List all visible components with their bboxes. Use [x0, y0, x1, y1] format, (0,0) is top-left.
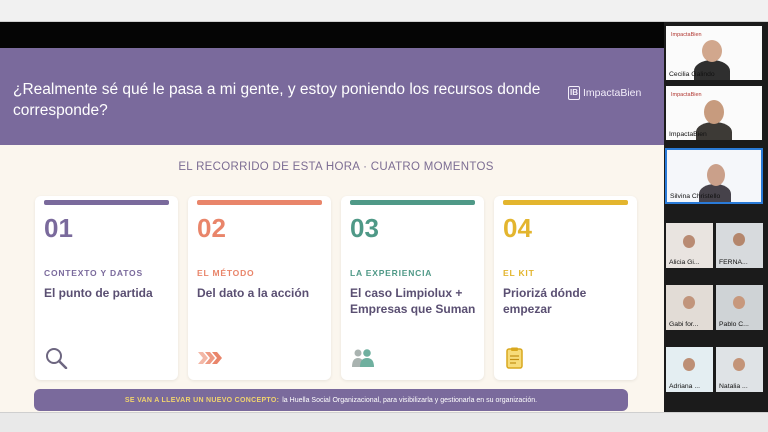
participant-tile[interactable]: Natalia ...	[716, 347, 763, 392]
slide-title: ¿Realmente sé qué le pasa a mi gente, y …	[13, 81, 541, 119]
magnifier-icon	[46, 348, 68, 369]
card-number: 01	[44, 213, 73, 243]
tile-logo: ImpactaBien	[671, 92, 702, 98]
participant-name: ImpactaBien	[669, 131, 707, 138]
card-title: Del dato a la acción	[197, 286, 310, 300]
participant-tile[interactable]: Adriana ...	[666, 347, 713, 392]
card-category: EL MÉTODO	[197, 268, 255, 278]
participant-name: Cecilia Galindo	[669, 71, 715, 78]
moment-card-3: 03 LA EXPERIENCIA El caso Limpiolux + Em…	[341, 196, 484, 380]
takeaway-banner: SE VAN A LLEVAR UN NUEVO CONCEPTO: la Hu…	[34, 389, 628, 411]
banner-highlight: SE VAN A LLEVAR UN NUEVO CONCEPTO:	[124, 396, 280, 404]
card-accent-bar	[197, 200, 322, 205]
participant-tile-speaking[interactable]: Silvina Christello	[665, 148, 763, 204]
avatar	[702, 40, 722, 62]
participant-tile[interactable]: Gabi for...	[666, 285, 713, 330]
chevrons-right-icon	[198, 352, 222, 364]
avatar	[683, 235, 695, 248]
participant-tile[interactable]: Pablo C...	[716, 285, 763, 330]
participant-tile[interactable]: ImpactaBien Cecilia Galindo	[666, 26, 762, 80]
participants-panel: ImpactaBien Cecilia Galindo ImpactaBien …	[664, 22, 768, 412]
participant-tile[interactable]: FERNA...	[716, 223, 763, 268]
participant-name: Silvina Christello	[670, 193, 721, 200]
participant-tile[interactable]: Alicia Gi...	[666, 223, 713, 268]
participant-name: Adriana ...	[669, 383, 700, 390]
brand-mark-icon: IB	[568, 86, 580, 100]
card-accent-bar	[503, 200, 628, 205]
participant-name: Alicia Gi...	[669, 259, 700, 266]
participant-tile[interactable]: ImpactaBien ImpactaBien	[666, 86, 762, 140]
avatar	[733, 296, 745, 309]
card-title: Priorizá dónde empezar	[503, 286, 587, 316]
moment-card-2: 02 EL MÉTODO Del dato a la acción	[188, 196, 331, 380]
brand-logo: IB ImpactaBien	[568, 86, 641, 100]
card-category: LA EXPERIENCIA	[350, 268, 433, 278]
participant-name: Gabi for...	[669, 321, 699, 328]
participant-name: Pablo C...	[719, 321, 749, 328]
card-category: EL KIT	[503, 268, 535, 278]
avatar	[683, 296, 695, 309]
participant-name: FERNA...	[719, 259, 748, 266]
tile-logo: ImpactaBien	[671, 32, 702, 38]
card-accent-bar	[350, 200, 475, 205]
section-heading: EL RECORRIDO DE ESTA HORA · CUATRO MOMEN…	[178, 161, 494, 173]
card-accent-bar	[44, 200, 169, 205]
share-top-bar	[0, 22, 664, 48]
avatar	[704, 100, 724, 124]
people-icon	[352, 349, 374, 367]
card-title: El punto de partida	[44, 286, 153, 300]
brand-name: ImpactaBien	[583, 87, 642, 99]
window-top-bar	[0, 0, 768, 22]
moment-card-4: 04 EL KIT Priorizá dónde empezar	[494, 196, 637, 380]
screen-share-area: ¿Realmente sé qué le pasa a mi gente, y …	[0, 22, 664, 412]
window-bottom-bar	[0, 412, 768, 432]
avatar	[683, 358, 695, 371]
avatar	[707, 164, 725, 186]
card-number: 03	[350, 213, 379, 243]
card-number: 04	[503, 213, 532, 243]
clipboard-icon	[506, 347, 523, 369]
avatar	[733, 358, 745, 371]
banner-text: la Huella Social Organizacional, para vi…	[282, 396, 538, 404]
card-number: 02	[197, 213, 226, 243]
avatar	[733, 233, 745, 246]
slide-header: ¿Realmente sé qué le pasa a mi gente, y …	[0, 48, 664, 145]
card-title: El caso Limpiolux + Empresas que Suman	[350, 286, 476, 316]
card-category: CONTEXTO Y DATOS	[44, 268, 143, 278]
presentation-slide: ¿Realmente sé qué le pasa a mi gente, y …	[0, 48, 664, 412]
moment-card-1: 01 CONTEXTO Y DATOS El punto de partida	[35, 196, 178, 380]
participant-name: Natalia ...	[719, 383, 748, 390]
